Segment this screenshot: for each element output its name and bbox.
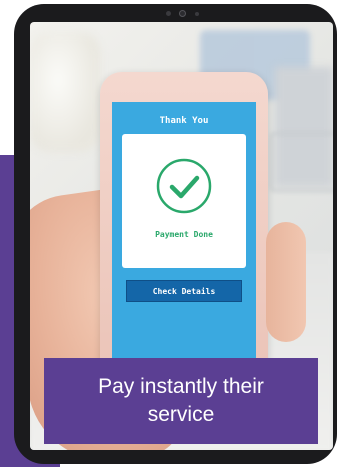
tablet-camera (166, 10, 202, 17)
background-mug (30, 32, 100, 152)
check-circle-icon (156, 158, 212, 214)
payment-status: Payment Done (155, 230, 213, 239)
caption-text: Pay instantly their service (98, 375, 264, 426)
check-details-button[interactable]: Check Details (126, 280, 242, 302)
background-cart (270, 132, 333, 192)
caption-banner: Pay instantly their service (44, 358, 318, 444)
payment-card: Payment Done (122, 134, 246, 268)
phone-screen: Thank You Payment Done Check Details (112, 102, 256, 382)
sensor-dot (166, 11, 171, 16)
smartphone: Thank You Payment Done Check Details (100, 72, 268, 402)
thumb (266, 222, 306, 342)
thank-you-heading: Thank You (159, 116, 209, 126)
sensor-dot (195, 12, 199, 16)
camera-lens (179, 10, 186, 17)
